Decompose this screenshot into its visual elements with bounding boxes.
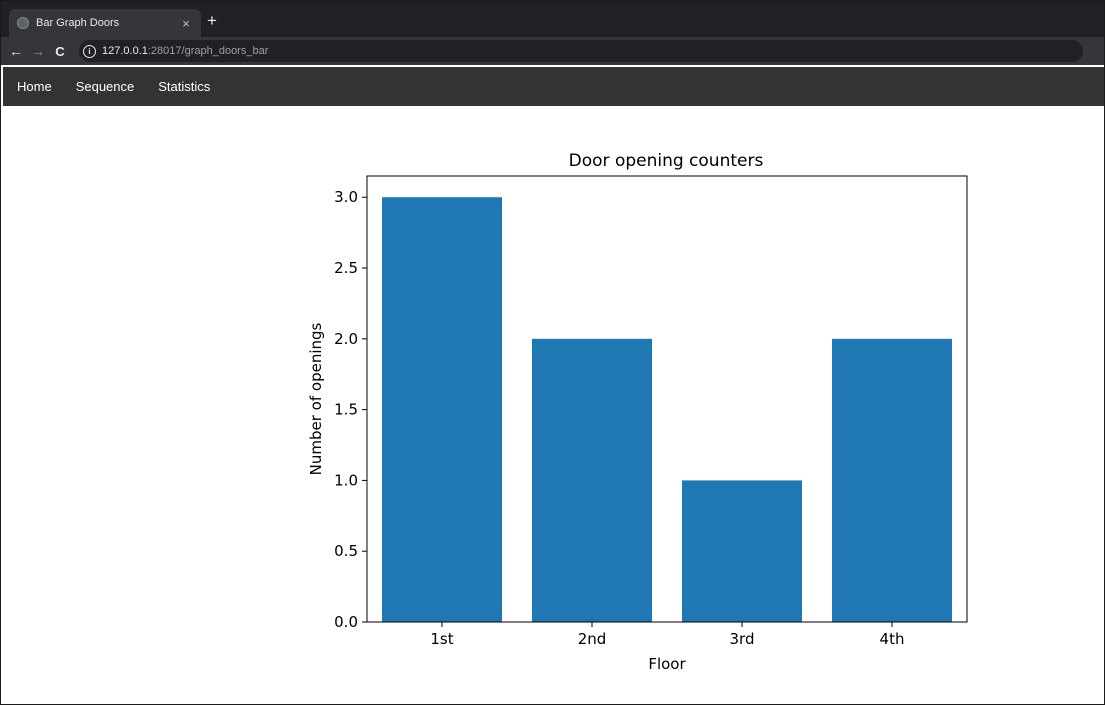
x-tick-label: 1st xyxy=(430,630,453,648)
reload-icon[interactable]: C xyxy=(49,44,71,59)
chart-title: Door opening counters xyxy=(569,151,764,171)
y-tick-label: 2.5 xyxy=(334,259,358,277)
bar-chart: Door opening counters 0.0 0.5 1.0 1.5 2.0 2.5… xyxy=(307,151,968,673)
forward-arrow-icon[interactable]: → xyxy=(27,43,49,59)
tab-title: Bar Graph Doors xyxy=(36,17,120,29)
close-tab-icon[interactable]: × xyxy=(179,16,193,31)
bar-4th xyxy=(832,338,952,622)
bar-1st xyxy=(382,197,502,622)
new-tab-icon[interactable]: + xyxy=(207,12,217,29)
y-tick-label: 3.0 xyxy=(334,188,358,206)
browser-window: Bar Graph Doors × + ← → C i 127.0.0.1:28… xyxy=(0,0,1105,705)
bar-2nd xyxy=(532,338,652,622)
y-tick-label: 1.0 xyxy=(334,471,358,489)
page-content: Home Sequence Statistics Door opening co… xyxy=(1,65,1104,704)
url-path: :28017/graph_doors_bar xyxy=(147,45,269,57)
x-tick-label: 4th xyxy=(880,630,905,648)
address-bar[interactable]: i 127.0.0.1:28017/graph_doors_bar xyxy=(79,40,1083,62)
info-icon[interactable]: i xyxy=(83,44,96,58)
y-axis-label: Number of openings xyxy=(307,322,325,475)
x-tick-label: 2nd xyxy=(578,630,607,648)
x-tick-label: 3rd xyxy=(730,630,755,648)
y-tick-label: 2.0 xyxy=(334,330,358,348)
x-axis-label: Floor xyxy=(648,655,686,673)
globe-icon xyxy=(17,17,29,29)
url-host: 127.0.0.1 xyxy=(102,45,148,57)
bar-3rd xyxy=(682,480,802,622)
y-tick-label: 0.5 xyxy=(334,542,358,560)
browser-toolbar: ← → C i 127.0.0.1:28017/graph_doors_bar xyxy=(1,37,1104,65)
tab-strip: Bar Graph Doors × + xyxy=(1,1,1104,37)
back-arrow-icon[interactable]: ← xyxy=(5,43,27,59)
y-tick-label: 1.5 xyxy=(334,401,358,419)
y-tick-label: 0.0 xyxy=(334,613,358,631)
browser-tab[interactable]: Bar Graph Doors × xyxy=(9,9,201,37)
